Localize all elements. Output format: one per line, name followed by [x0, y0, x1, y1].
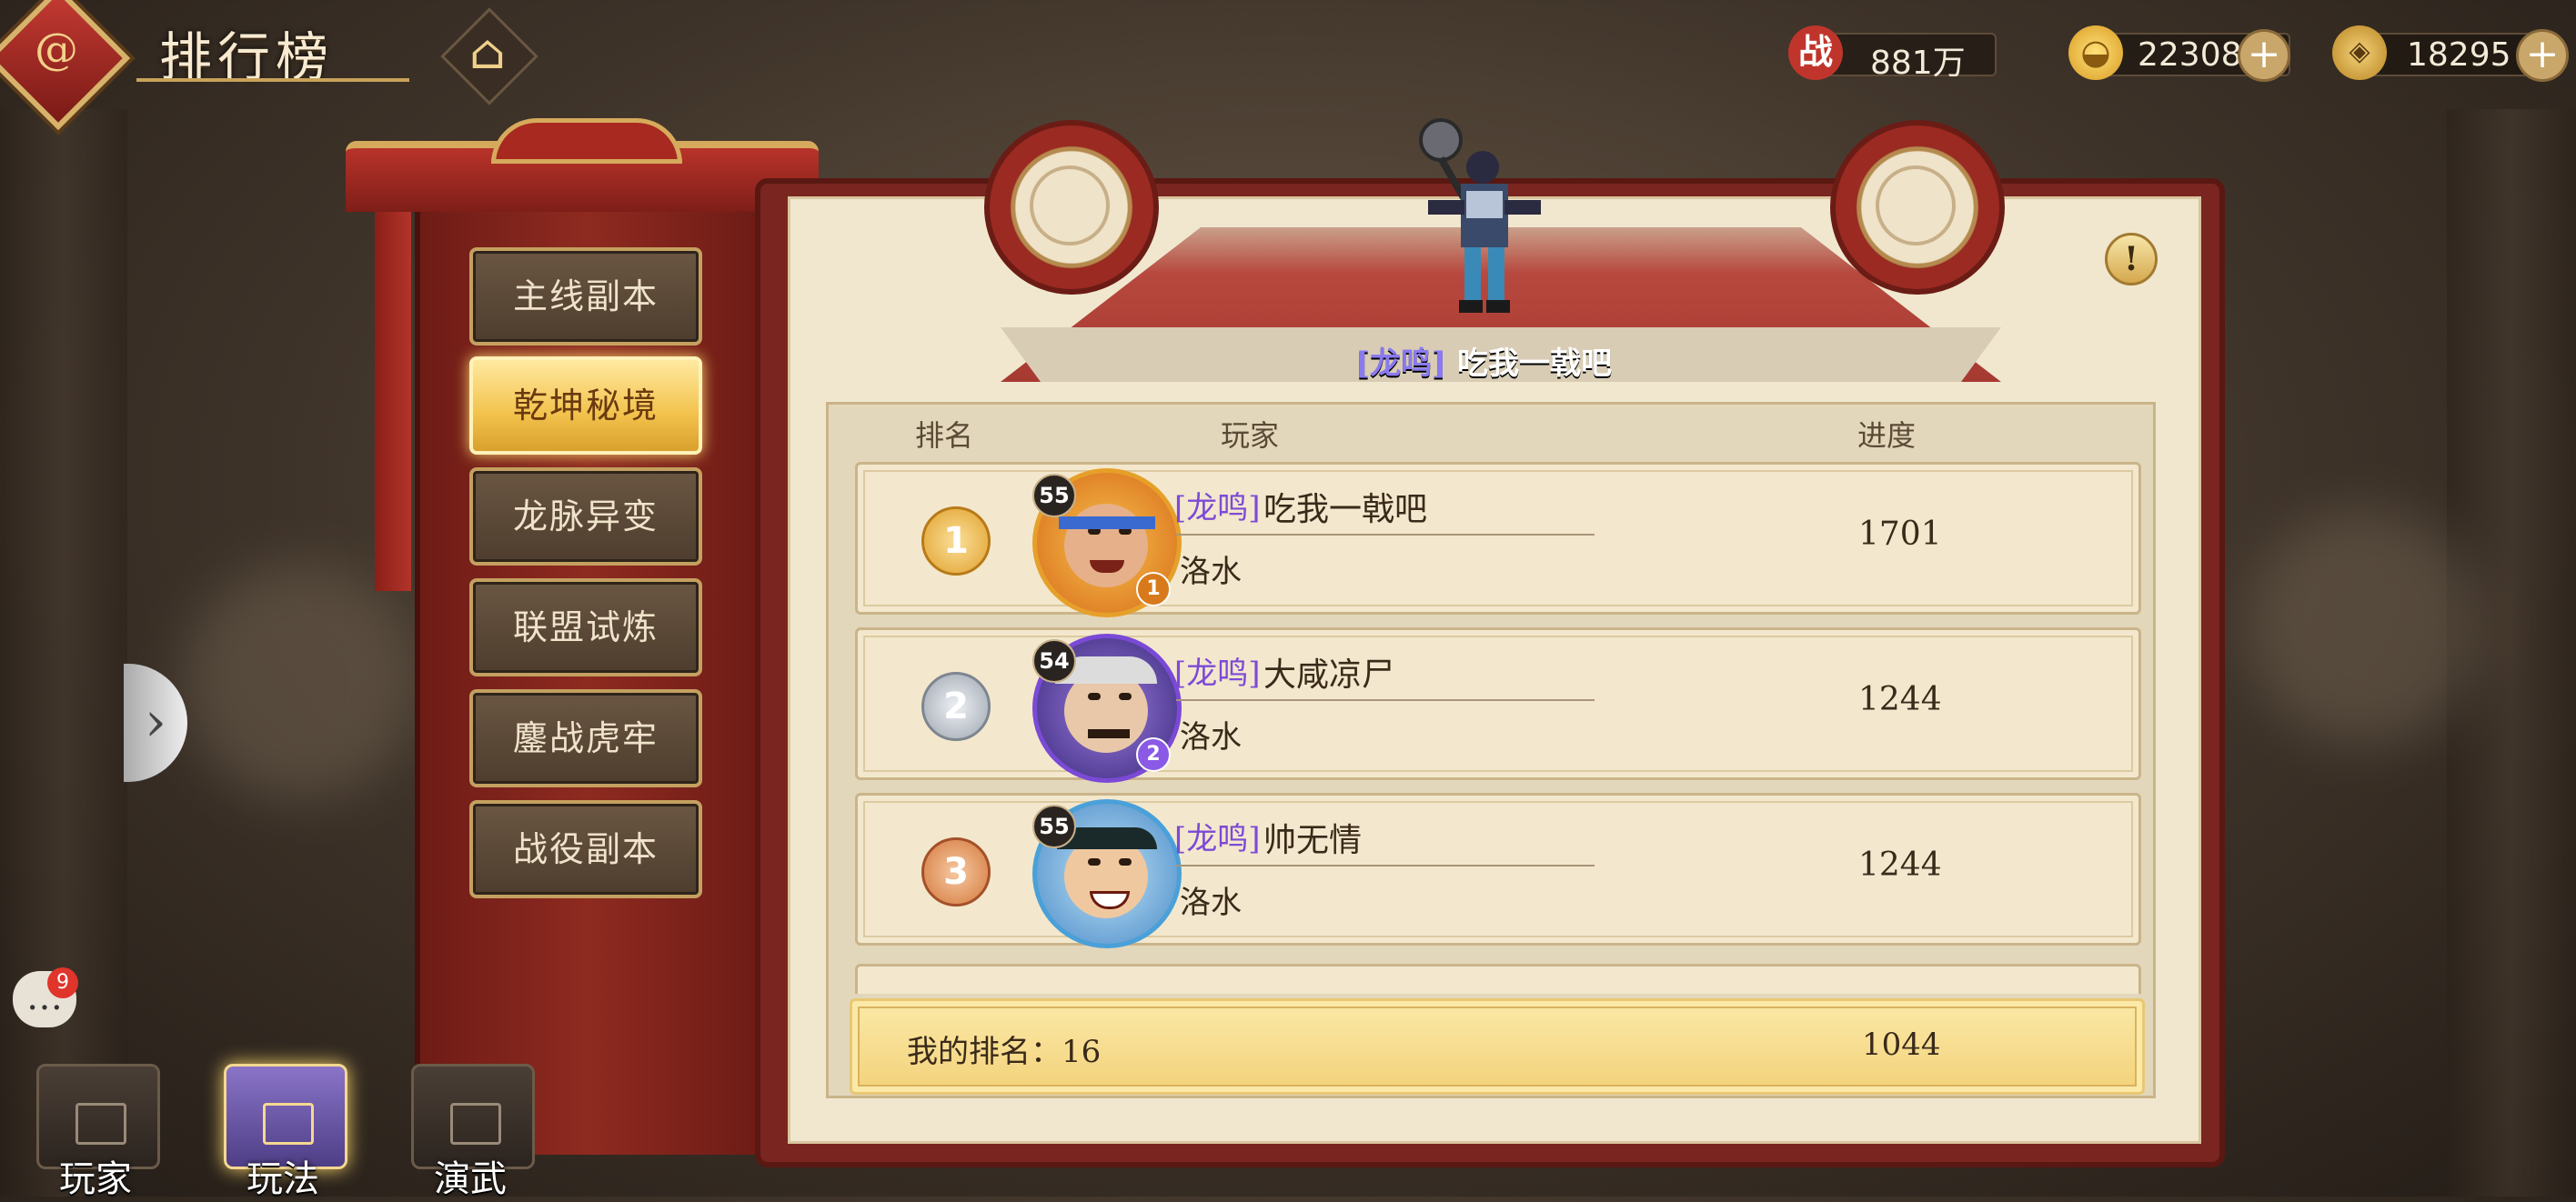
power-display: 战 881万 [1788, 25, 1997, 82]
power-value: 881万 [1870, 45, 1966, 82]
column-header-rank: 排名 [915, 418, 974, 453]
gold-ingot-display: ◒ 22308 + [2068, 25, 2314, 82]
drum-left-icon [984, 120, 1159, 295]
nav-gameplay[interactable]: 玩法 [206, 1055, 360, 1200]
sidebar-item-campaign-dungeon[interactable]: 战役副本 [469, 800, 702, 898]
server-name: 洛水 [1180, 719, 1242, 756]
info-exclamation-icon[interactable]: ! [2105, 233, 2158, 285]
coin-value: 18295 [2407, 36, 2511, 74]
curtain-left [375, 209, 411, 591]
background-blur [182, 564, 418, 800]
add-coin-button[interactable]: + [2516, 29, 2569, 82]
rank-2-medal-icon: 2 [921, 672, 991, 741]
sidebar-item-alliance-trial[interactable]: 联盟试炼 [469, 578, 702, 676]
background-pillar-left [0, 109, 127, 1197]
server-name: 洛水 [1180, 885, 1242, 921]
title-underline [136, 78, 409, 82]
name-divider [1176, 699, 1595, 701]
player-name: 大咸凉尸 [1263, 656, 1395, 694]
my-rank-label: 我的排名：16 [907, 1034, 1102, 1070]
guild-tag: [龙鸣] [1174, 490, 1261, 526]
gold-ingot-value: 22308 [2138, 36, 2242, 74]
progress-value: 1244 [1858, 846, 1942, 884]
progress-value: 1244 [1858, 681, 1942, 718]
sidebar-item-qiankun-realm[interactable]: 乾坤秘境 [469, 356, 702, 455]
table-row[interactable]: 1 55 1 [龙鸣] 吃我一戟吧 洛水 1701 [855, 462, 2141, 617]
my-rank-bar: 我的排名：16 1044 [850, 998, 2145, 1095]
champion-label: [龙鸣] 吃我一戟吧 [1355, 338, 1612, 383]
nav-label: 玩法 [247, 1158, 319, 1200]
gold-ingot-icon: ◒ [2068, 25, 2123, 80]
sidebar-item-main-dungeon[interactable]: 主线副本 [469, 247, 702, 346]
rank-3-medal-icon: 3 [921, 837, 991, 907]
power-icon: 战 [1788, 25, 1843, 80]
column-header-progress: 进度 [1857, 418, 1917, 453]
table-row[interactable]: 2 54 2 [龙鸣] 大咸凉尸 洛水 1244 [855, 627, 2141, 783]
guild-tag: [龙鸣] [1174, 656, 1261, 692]
my-rank-progress: 1044 [1862, 1027, 1941, 1063]
champion-name: 吃我一戟吧 [1457, 346, 1613, 382]
level-badge: 55 [1032, 805, 1076, 848]
table-row-partial[interactable] [855, 964, 2141, 994]
coin-display: ◈ 18295 + [2332, 25, 2576, 82]
rank-corner-badge: 1 [1136, 572, 1171, 606]
category-sidebar [415, 209, 762, 1155]
progress-value: 1701 [1858, 516, 1942, 553]
level-badge: 55 [1032, 474, 1076, 517]
column-header-player: 玩家 [1221, 418, 1280, 453]
name-divider [1176, 534, 1595, 536]
add-gold-ingot-button[interactable]: + [2238, 29, 2290, 82]
pavilion-crown [491, 118, 682, 164]
expand-chevron-icon[interactable]: › [124, 664, 187, 782]
name-divider [1176, 865, 1595, 866]
logo-swirl-icon: @ [35, 24, 78, 75]
nav-martial[interactable]: 演武 [393, 1055, 548, 1200]
nav-label: 玩家 [59, 1158, 132, 1200]
home-icon[interactable]: ⌂ [462, 27, 513, 78]
chat-badge: 9 [47, 967, 78, 998]
drum-right-icon [1830, 120, 2005, 295]
sidebar-item-hulao-battle[interactable]: 鏖战虎牢 [469, 689, 702, 787]
champion-guild: [龙鸣] [1355, 346, 1447, 382]
background-blur [2247, 509, 2483, 746]
player-name: 帅无情 [1263, 822, 1363, 859]
guild-tag: [龙鸣] [1174, 821, 1261, 857]
rank-1-medal-icon: 1 [921, 506, 991, 576]
rank-corner-badge: 2 [1136, 737, 1171, 772]
nav-label: 演武 [434, 1158, 507, 1200]
nav-player[interactable]: 玩家 [18, 1055, 173, 1200]
table-row[interactable]: 3 55 [龙鸣] 帅无情 洛水 1244 [855, 793, 2141, 948]
sidebar-item-dragon-vein[interactable]: 龙脉异变 [469, 467, 702, 566]
server-name: 洛水 [1180, 554, 1242, 590]
level-badge: 54 [1032, 639, 1076, 683]
champion-sprite [1419, 118, 1541, 313]
coin-icon: ◈ [2332, 25, 2387, 80]
player-name: 吃我一戟吧 [1263, 491, 1428, 528]
